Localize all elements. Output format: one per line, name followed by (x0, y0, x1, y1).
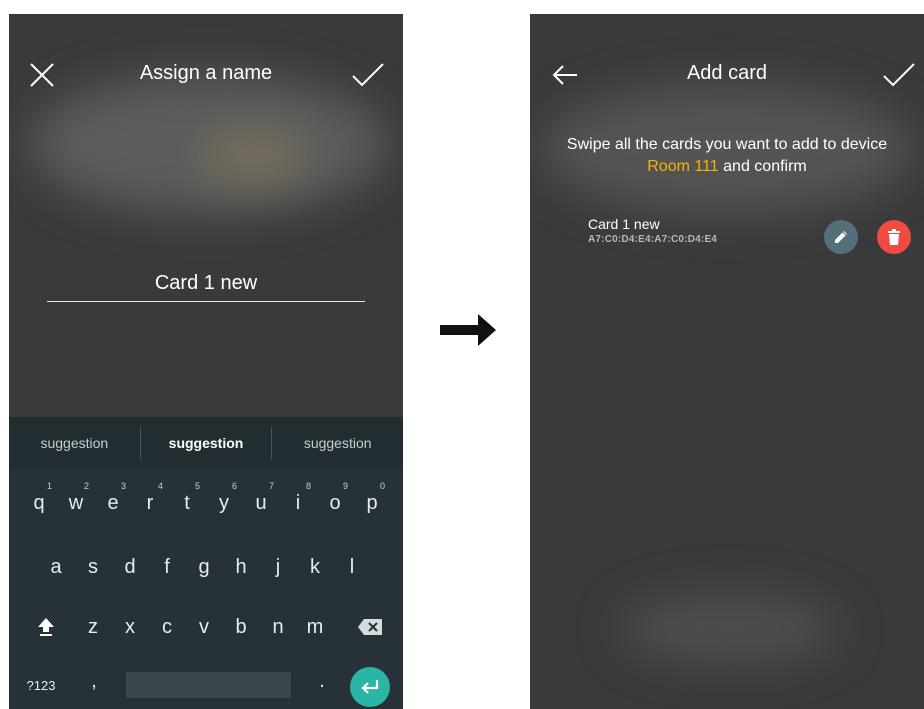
key-i[interactable]: i8 (283, 481, 313, 521)
instruction-suffix: and confirm (718, 158, 807, 175)
name-field[interactable] (47, 266, 365, 302)
key-p[interactable]: p0 (357, 481, 387, 521)
key-c[interactable]: c (152, 609, 182, 645)
device-name-highlight: Room 111 (647, 158, 719, 175)
top-bar: Assign a name (9, 14, 403, 134)
assign-name-screen: Assign a name suggestion suggestion sugg… (9, 14, 403, 709)
add-card-screen: Add card Swipe all the cards you want to… (530, 14, 924, 709)
key-r[interactable]: r4 (135, 481, 165, 521)
page-title: Add card (686, 62, 768, 84)
spacebar[interactable] (126, 672, 291, 698)
suggestion-item[interactable]: suggestion (272, 435, 403, 451)
page-title: Assign a name (139, 62, 273, 84)
keyboard: suggestion suggestion suggestion q1 w2 e… (9, 417, 403, 709)
key-v[interactable]: v (189, 609, 219, 645)
key-u[interactable]: u7 (246, 481, 276, 521)
top-bar: Add card (530, 14, 924, 134)
key-f[interactable]: f (152, 549, 182, 585)
key-y[interactable]: y6 (209, 481, 239, 521)
suggestion-item[interactable]: suggestion (9, 435, 140, 451)
key-q[interactable]: q1 (24, 481, 54, 521)
card-mac-address: A7:C0:D4:E4:A7:C0:D4:E4 (588, 234, 718, 245)
right-arrow-icon (440, 314, 496, 351)
key-w[interactable]: w2 (61, 481, 91, 521)
edit-button[interactable] (824, 220, 858, 254)
check-icon[interactable] (351, 58, 385, 92)
key-b[interactable]: b (226, 609, 256, 645)
shift-icon[interactable] (31, 609, 61, 645)
key-k[interactable]: k (300, 549, 330, 585)
instruction-text: Swipe all the cards you want to add to d… (550, 134, 904, 178)
backspace-icon[interactable] (355, 609, 385, 645)
instruction-prefix: Swipe all the cards you want to add to d… (566, 136, 888, 153)
suggestion-item[interactable]: suggestion (141, 435, 272, 451)
key-a[interactable]: a (41, 549, 71, 585)
key-m[interactable]: m (300, 609, 330, 645)
key-g[interactable]: g (189, 549, 219, 585)
key-d[interactable]: d (115, 549, 145, 585)
key-s[interactable]: s (78, 549, 108, 585)
suggestion-bar: suggestion suggestion suggestion (9, 417, 403, 469)
key-x[interactable]: x (115, 609, 145, 645)
card-name: Card 1 new (588, 216, 660, 232)
key-e[interactable]: e3 (98, 481, 128, 521)
key-h[interactable]: h (226, 549, 256, 585)
symbols-key[interactable]: ?123 (21, 667, 61, 703)
trash-icon (888, 229, 900, 245)
key-t[interactable]: t5 (172, 481, 202, 521)
background-glow-warm (199, 129, 309, 184)
list-item: Card 1 new A7:C0:D4:E4:A7:C0:D4:E4 (588, 216, 717, 245)
key-j[interactable]: j (263, 549, 293, 585)
key-n[interactable]: n (263, 609, 293, 645)
background-glow-bottom (620, 594, 840, 664)
name-input[interactable] (47, 272, 365, 295)
period-key[interactable]: . (307, 663, 337, 699)
comma-key[interactable]: , (79, 663, 109, 699)
key-o[interactable]: o9 (320, 481, 350, 521)
pencil-icon (835, 231, 847, 243)
key-z[interactable]: z (78, 609, 108, 645)
check-icon[interactable] (882, 58, 916, 92)
delete-button[interactable] (877, 220, 911, 254)
key-l[interactable]: l (337, 549, 367, 585)
enter-icon[interactable] (350, 667, 390, 707)
